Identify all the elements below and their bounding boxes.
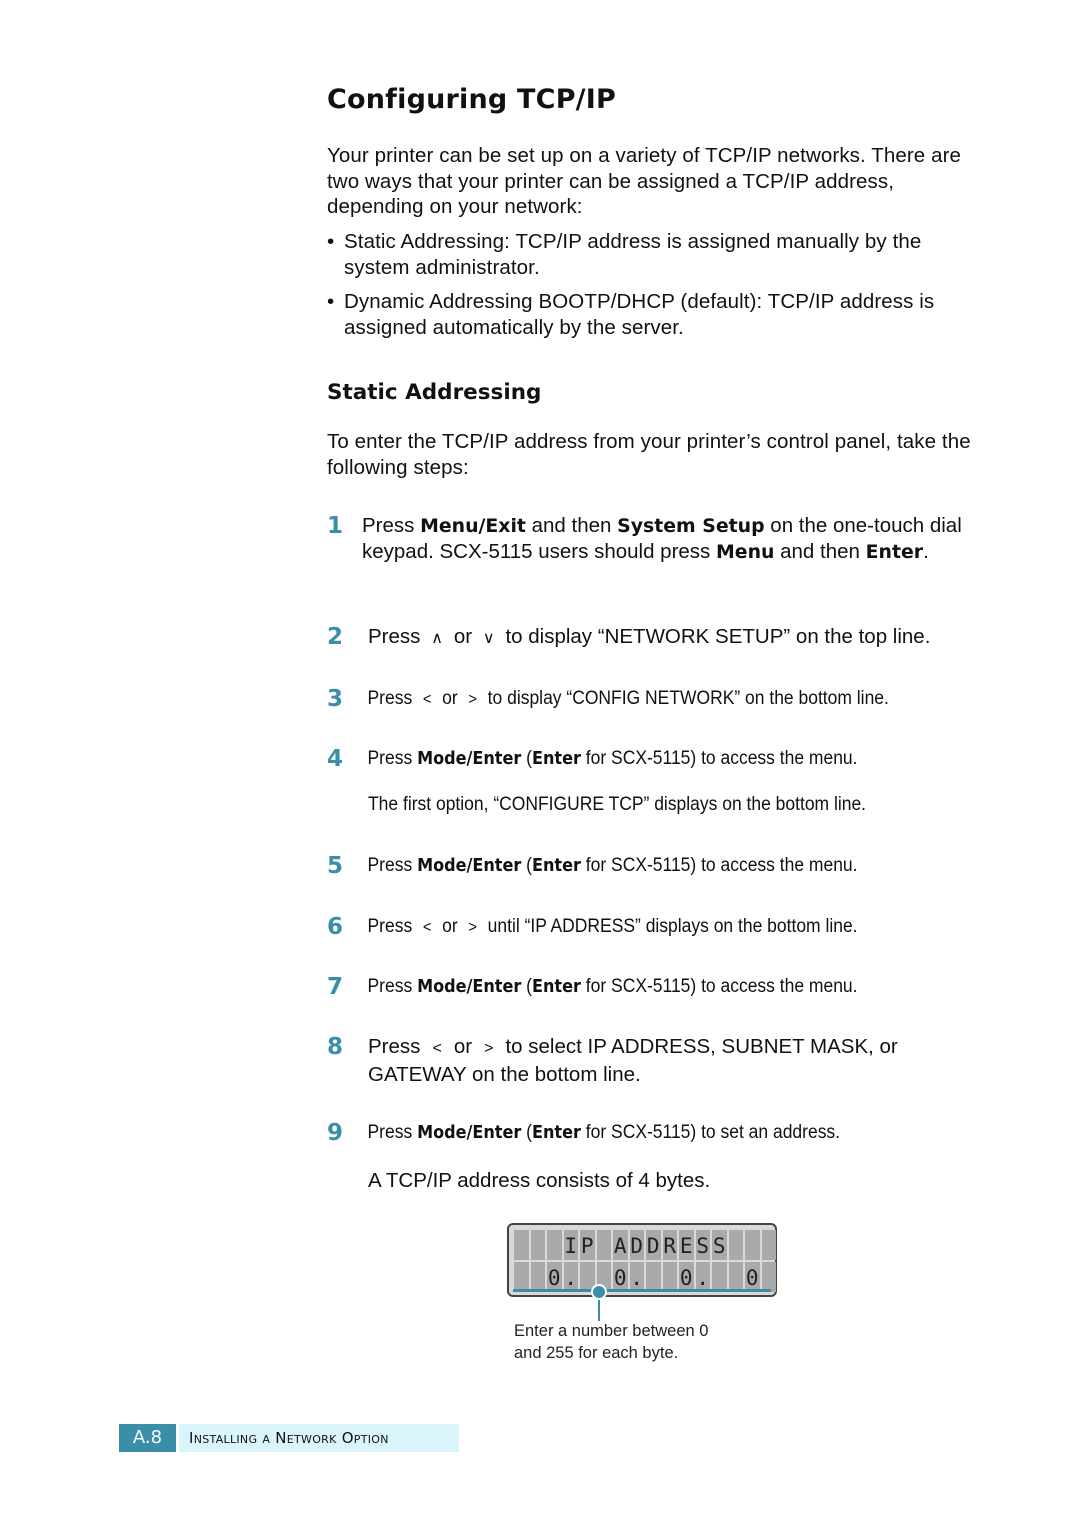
step-1: 1 Press Menu/Exit and then System Setup … — [327, 513, 977, 565]
step-text: Press < or > to select IP ADDRESS, SUBNE… — [368, 1035, 898, 1086]
intro-paragraph: Your printer can be set up on a variety … — [327, 144, 962, 218]
step-9-note: A TCP/IP address consists of 4 bytes. — [368, 1169, 711, 1192]
up-arrow-icon: ∧ — [431, 630, 443, 647]
lcd-cell — [662, 1262, 677, 1292]
lcd-cell: 0 — [745, 1262, 760, 1292]
lcd-cell — [761, 1230, 776, 1260]
step-number: 8 — [327, 1034, 344, 1060]
page-title: Configuring TCP/IP — [327, 84, 616, 115]
step-4-note: The first option, “CONFIGURE TCP” displa… — [368, 794, 867, 815]
bullet-text: Static Addressing: TCP/IP address is ass… — [344, 230, 922, 279]
left-arrow-icon: < — [432, 1040, 442, 1057]
bullet-glyph: • — [327, 230, 335, 253]
right-arrow-icon: > — [468, 919, 477, 936]
lcd-cell — [547, 1230, 562, 1260]
lcd-cell: A — [613, 1230, 628, 1260]
footer-section-title: Installing a Network Option — [179, 1424, 459, 1452]
bullet-glyph: • — [327, 290, 335, 313]
step-number: 7 — [327, 974, 344, 1000]
step-text: Press < or > until “IP ADDRESS” displays… — [362, 914, 858, 941]
lcd-cell: . — [695, 1262, 710, 1292]
step-2: 2 Press ∧ or ∨ to display “NETWORK SETUP… — [327, 624, 977, 652]
lcd-caption: Enter a number between 0 and 255 for eac… — [514, 1320, 708, 1364]
lcd-cell: D — [646, 1230, 661, 1260]
lcd-cell: 0 — [679, 1262, 694, 1292]
bullet-dynamic: • Dynamic Addressing BOOTP/DHCP (default… — [327, 289, 977, 340]
bullet-static: • Static Addressing: TCP/IP address is a… — [327, 229, 977, 280]
step-text: Press Mode/Enter (Enter for SCX-5115) to… — [367, 1122, 841, 1143]
step-5: 5 Press Mode/Enter (Enter for SCX-5115) … — [327, 853, 977, 880]
step-9: 9 Press Mode/Enter (Enter for SCX-5115) … — [327, 1120, 977, 1147]
lcd-bottom-line: 0.0.0.0 — [514, 1262, 776, 1292]
step-text: Press Menu/Exit and then System Setup on… — [362, 514, 962, 563]
lcd-cell — [646, 1262, 661, 1292]
bullet-text: Dynamic Addressing BOOTP/DHCP (default):… — [344, 290, 935, 339]
lcd-display: IPADDRESS 0.0.0.0 — [507, 1223, 777, 1297]
step-number: 2 — [327, 624, 344, 650]
step-number: 9 — [327, 1120, 344, 1146]
step-text: Press Mode/Enter (Enter for SCX-5115) to… — [367, 855, 858, 876]
step-text: Press Mode/Enter (Enter for SCX-5115) to… — [367, 976, 858, 997]
lcd-cell — [712, 1262, 727, 1292]
step-text: Press ∧ or ∨ to display “NETWORK SETUP” … — [362, 624, 930, 652]
lcd-cell: S — [695, 1230, 710, 1260]
lcd-cell — [728, 1262, 743, 1292]
step-number: 3 — [327, 686, 344, 712]
step-text: Press Mode/Enter (Enter for SCX-5115) to… — [367, 748, 858, 769]
lcd-cell — [728, 1230, 743, 1260]
down-arrow-icon: ∨ — [482, 630, 495, 647]
left-arrow-icon: < — [422, 691, 432, 708]
step-number: 5 — [327, 853, 344, 879]
lcd-cell: R — [662, 1230, 677, 1260]
lcd-cell — [514, 1262, 529, 1292]
step-number: 4 — [327, 746, 344, 772]
step-number: 1 — [327, 513, 344, 539]
lcd-cell — [761, 1262, 776, 1292]
section-intro: To enter the TCP/IP address from your pr… — [327, 430, 971, 479]
step-text: Press < or > to display “CONFIG NETWORK”… — [362, 686, 889, 713]
lcd-cell: 0 — [547, 1262, 562, 1292]
lcd-cell — [596, 1230, 611, 1260]
right-arrow-icon: > — [484, 1040, 494, 1057]
lcd-underline — [513, 1289, 771, 1292]
lcd-cell — [530, 1262, 545, 1292]
lcd-cell: I — [563, 1230, 578, 1260]
lcd-cell: S — [712, 1230, 727, 1260]
left-arrow-icon: < — [422, 919, 432, 936]
right-arrow-icon: > — [468, 691, 477, 708]
caption-line: Enter a number between 0 — [514, 1322, 709, 1340]
lcd-cell — [745, 1230, 760, 1260]
step-8: 8 Press < or > to select IP ADDRESS, SUB… — [327, 1034, 977, 1088]
lcd-cell: . — [563, 1262, 578, 1292]
lcd-cell: P — [580, 1230, 595, 1260]
section-title: Static Addressing — [327, 380, 542, 405]
lcd-cell — [514, 1230, 529, 1260]
caption-line: and 255 for each byte. — [514, 1344, 679, 1362]
callout-dot — [591, 1284, 607, 1300]
step-6: 6 Press < or > until “IP ADDRESS” displa… — [327, 914, 977, 941]
lcd-cell: . — [629, 1262, 644, 1292]
lcd-cell: E — [679, 1230, 694, 1260]
step-number: 6 — [327, 914, 344, 940]
lcd-cell — [530, 1230, 545, 1260]
step-3: 3 Press < or > to display “CONFIG NETWOR… — [327, 686, 977, 713]
lcd-cell: D — [629, 1230, 644, 1260]
lcd-cell: 0 — [613, 1262, 628, 1292]
step-4: 4 Press Mode/Enter (Enter for SCX-5115) … — [327, 746, 977, 773]
lcd-top-line: IPADDRESS — [514, 1230, 776, 1260]
step-7: 7 Press Mode/Enter (Enter for SCX-5115) … — [327, 974, 977, 1001]
page-number: A.8 — [119, 1424, 176, 1452]
